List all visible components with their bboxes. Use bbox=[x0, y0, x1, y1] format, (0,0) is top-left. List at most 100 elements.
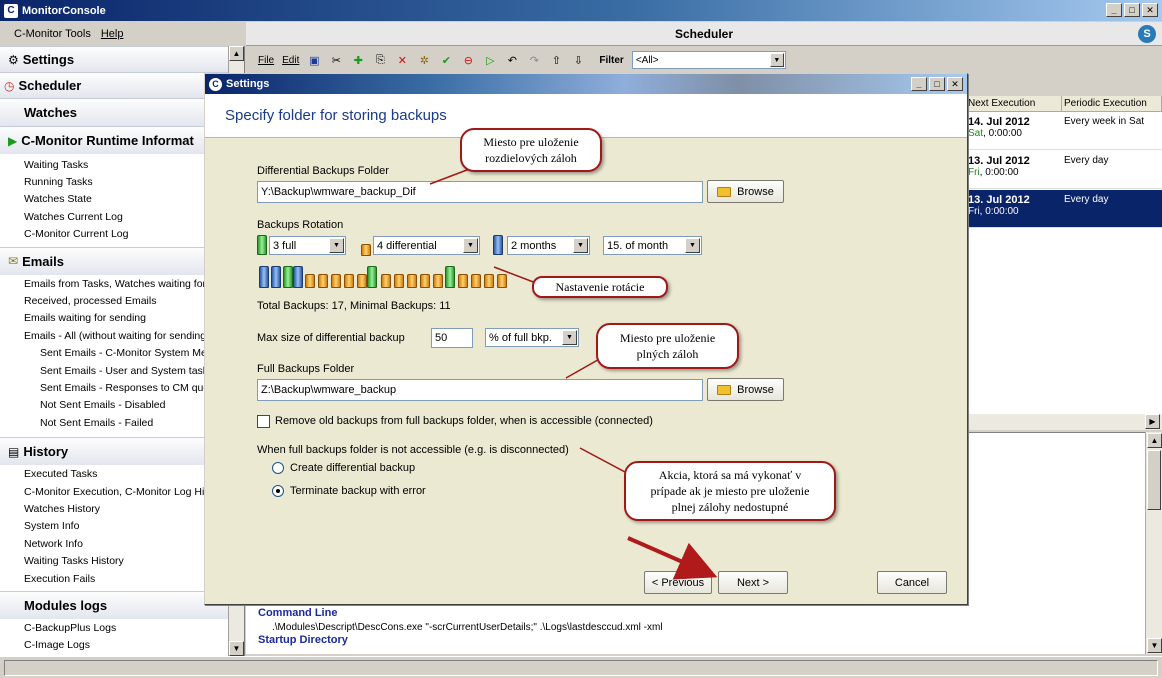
delete-icon[interactable]: ✕ bbox=[395, 53, 409, 67]
startup-directory-label: Startup Directory bbox=[258, 634, 348, 646]
backup-cylinder bbox=[344, 274, 354, 288]
next-button[interactable]: Next > bbox=[718, 571, 788, 594]
full-browse-button[interactable]: Browse bbox=[707, 378, 784, 401]
callout-diff-folder: Miesto pre uloženie rozdielových záloh bbox=[460, 128, 602, 172]
col-next-execution[interactable]: Next Execution bbox=[966, 96, 1062, 111]
window-title: MonitorConsole bbox=[22, 4, 106, 17]
filter-label: Filter bbox=[599, 54, 624, 66]
callout-action: Akcia, ktorá sa má vykonať v prípade ak … bbox=[624, 461, 836, 521]
maximize-button[interactable]: □ bbox=[1124, 3, 1140, 17]
grid-horizontal-scrollbar[interactable]: ▶ bbox=[966, 414, 1162, 430]
backup-cylinder bbox=[394, 274, 404, 288]
cut-icon[interactable]: ✂ bbox=[329, 53, 343, 67]
scroll-up-icon[interactable]: ▲ bbox=[229, 46, 244, 61]
run-icon[interactable]: ▷ bbox=[483, 53, 497, 67]
previous-button[interactable]: < Previous bbox=[644, 571, 712, 594]
minimize-button[interactable]: _ bbox=[1106, 3, 1122, 17]
clock-icon: ◷ bbox=[4, 78, 15, 93]
backup-cylinder bbox=[318, 274, 328, 288]
cancel-button[interactable]: Cancel bbox=[877, 571, 947, 594]
dialog-title: Settings bbox=[226, 78, 270, 90]
status-pane bbox=[4, 660, 1158, 676]
rotation-label: Backups Rotation bbox=[257, 219, 344, 231]
chevron-down-icon[interactable]: ▼ bbox=[573, 238, 588, 253]
sidebar-item-cimage-logs[interactable]: C-Image Logs bbox=[0, 637, 244, 654]
scheduler-title: Scheduler bbox=[674, 26, 734, 41]
rotation-diff-select[interactable]: 4 differential ▼ bbox=[373, 236, 480, 255]
sidebar-item-cbackupplus-logs[interactable]: C-BackupPlus Logs bbox=[0, 619, 244, 636]
terminate-label: Terminate backup with error bbox=[290, 485, 426, 497]
backup-cylinder bbox=[433, 274, 443, 288]
rotation-day-select[interactable]: 15. of month ▼ bbox=[603, 236, 702, 255]
diff-browse-button[interactable]: Browse bbox=[707, 180, 784, 203]
menu-cmonitor-tools[interactable]: C-Monitor Tools bbox=[14, 28, 91, 40]
scroll-right-icon[interactable]: ▶ bbox=[1145, 414, 1160, 429]
rotation-period-select[interactable]: 2 months ▼ bbox=[507, 236, 590, 255]
minimize-button[interactable]: _ bbox=[911, 77, 927, 91]
command-line-label: Command Line bbox=[258, 607, 338, 619]
brand-logo-icon: S bbox=[1138, 25, 1156, 43]
toolbar-file[interactable]: File bbox=[258, 55, 274, 66]
chevron-down-icon[interactable]: ▼ bbox=[685, 238, 700, 253]
backup-cylinder bbox=[331, 274, 341, 288]
scroll-thumb[interactable] bbox=[1147, 450, 1161, 510]
scroll-up-icon[interactable]: ▲ bbox=[1147, 433, 1162, 448]
maximize-button[interactable]: □ bbox=[929, 77, 945, 91]
backup-cylinder bbox=[259, 266, 269, 288]
remove-old-label: Remove old backups from full backups fol… bbox=[275, 415, 653, 427]
table-row[interactable]: 14. Jul 2012 Sat, 0:00:00 Every week in S… bbox=[966, 112, 1162, 150]
terminate-radio[interactable] bbox=[272, 485, 284, 497]
menu-help[interactable]: Help bbox=[101, 28, 124, 40]
chevron-down-icon[interactable]: ▼ bbox=[769, 53, 784, 67]
rotation-full-select[interactable]: 3 full ▼ bbox=[269, 236, 346, 255]
scheduler-toolbar: File Edit ▣ ✂ ✚ ⎘ ✕ ✲ ✔ ⊖ ▷ ↶ ↷ ⇧ ⇩ Filt… bbox=[252, 49, 892, 71]
menubar: C-Monitor Tools Help bbox=[0, 22, 245, 45]
stop-icon[interactable]: ⊖ bbox=[461, 53, 475, 67]
chevron-down-icon[interactable]: ▼ bbox=[562, 330, 577, 345]
callout-rotation: Nastavenie rotácie bbox=[532, 276, 668, 298]
gear-icon: ⚙ bbox=[8, 52, 19, 67]
table-row[interactable]: 13. Jul 2012 Fri, 0:00:00 Every day bbox=[966, 151, 1162, 189]
full-folder-input[interactable]: Z:\Backup\wmware_backup bbox=[257, 379, 703, 401]
detail-scrollbar[interactable]: ▲ ▼ bbox=[1145, 432, 1162, 654]
diff-folder-label: Differential Backups Folder bbox=[257, 165, 389, 177]
close-button[interactable]: ✕ bbox=[1142, 3, 1158, 17]
col-periodic-execution[interactable]: Periodic Execution bbox=[1062, 96, 1162, 111]
scroll-down-icon[interactable]: ▼ bbox=[1147, 638, 1162, 653]
scroll-down-icon[interactable]: ▼ bbox=[229, 641, 244, 656]
backup-cylinder bbox=[283, 266, 293, 288]
undo-icon[interactable]: ↶ bbox=[505, 53, 519, 67]
backup-cylinder bbox=[407, 274, 417, 288]
backup-cylinder bbox=[497, 274, 507, 288]
chevron-down-icon[interactable]: ▼ bbox=[329, 238, 344, 253]
main-titlebar[interactable]: C MonitorConsole _ □ ✕ bbox=[0, 0, 1162, 21]
folder-icon bbox=[717, 384, 732, 395]
create-diff-label: Create differential backup bbox=[290, 462, 416, 474]
add-icon[interactable]: ✚ bbox=[351, 53, 365, 67]
app-icon: C bbox=[209, 77, 222, 91]
copy-icon[interactable]: ⎘ bbox=[373, 53, 387, 67]
save-icon[interactable]: ▣ bbox=[307, 53, 321, 67]
backup-cylinder bbox=[305, 274, 315, 288]
check-icon[interactable]: ✔ bbox=[439, 53, 453, 67]
filter-select[interactable]: <All> ▼ bbox=[631, 51, 786, 69]
task-grid: Next Execution Periodic Execution 14. Ju… bbox=[966, 96, 1162, 414]
toolbar-edit[interactable]: Edit bbox=[282, 55, 299, 66]
dialog-heading: Specify folder for storing backups bbox=[225, 107, 447, 124]
settings-icon[interactable]: ✲ bbox=[417, 53, 431, 67]
close-button[interactable]: ✕ bbox=[947, 77, 963, 91]
dialog-titlebar[interactable]: C Settings _ □ ✕ bbox=[205, 74, 967, 94]
create-diff-radio[interactable] bbox=[272, 462, 284, 474]
diff-folder-input[interactable]: Y:\Backup\wmware_backup_Dif bbox=[257, 181, 703, 203]
grid-header: Next Execution Periodic Execution bbox=[966, 96, 1162, 112]
sidebar-section-settings[interactable]: ⚙ Settings bbox=[0, 46, 244, 72]
chevron-down-icon[interactable]: ▼ bbox=[463, 238, 478, 253]
remove-old-checkbox[interactable] bbox=[257, 415, 270, 428]
move-up-icon[interactable]: ⇧ bbox=[549, 53, 563, 67]
redo-icon[interactable]: ↷ bbox=[527, 53, 541, 67]
maxsize-input[interactable]: 50 bbox=[431, 328, 473, 348]
move-down-icon[interactable]: ⇩ bbox=[571, 53, 585, 67]
table-row-selected[interactable]: 13. Jul 2012 Fri, 0:00:00 Every day bbox=[966, 190, 1162, 228]
backup-cylinder bbox=[271, 266, 281, 288]
maxsize-unit-select[interactable]: % of full bkp. ▼ bbox=[485, 328, 579, 347]
